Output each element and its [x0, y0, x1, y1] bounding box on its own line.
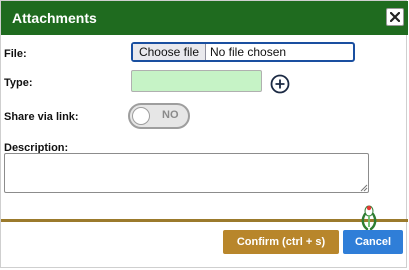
file-status-text: No file chosen [210, 45, 287, 59]
confirm-button[interactable]: Confirm (ctrl + s) [223, 230, 339, 254]
toggle-state-text: NO [162, 109, 179, 121]
dialog-title: Attachments [12, 10, 97, 26]
description-textarea[interactable] [4, 153, 369, 193]
choose-file-button[interactable]: Choose file [133, 44, 206, 60]
footer-divider [1, 219, 408, 222]
plus-circle-icon[interactable] [270, 74, 290, 94]
resize-grip-icon[interactable] [360, 184, 368, 192]
file-input[interactable]: Choose file No file chosen [131, 42, 355, 62]
attachments-dialog: Attachments File: Choose file No file ch… [0, 0, 408, 268]
type-label: Type: [4, 77, 33, 89]
dialog-titlebar: Attachments [1, 1, 408, 35]
close-button[interactable] [386, 8, 404, 26]
cancel-button[interactable]: Cancel [343, 230, 403, 254]
mascot-icon [361, 205, 377, 230]
type-input[interactable] [131, 70, 262, 92]
close-icon [390, 12, 400, 22]
share-via-link-label: Share via link: [4, 111, 79, 123]
toggle-knob [132, 107, 150, 125]
file-label: File: [4, 48, 27, 60]
share-via-link-toggle[interactable]: NO [128, 103, 190, 129]
